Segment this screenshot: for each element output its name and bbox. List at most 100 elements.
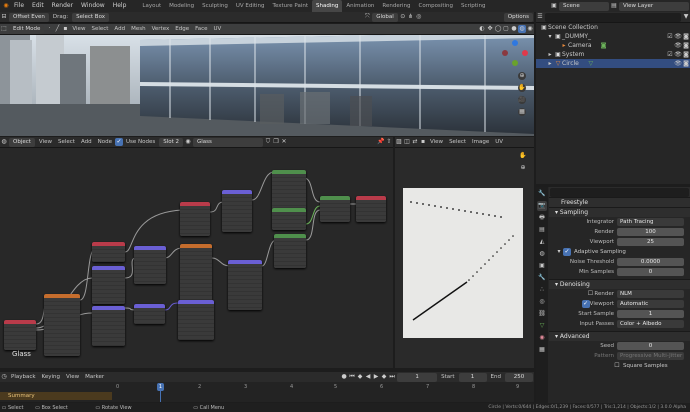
particles-tab-icon[interactable]: ∴ — [537, 285, 547, 295]
tab-texture-paint[interactable]: Texture Paint — [269, 0, 313, 12]
visibility-icon[interactable]: ◐ — [478, 25, 486, 33]
jump-end-icon[interactable]: ⏭ — [388, 373, 396, 381]
node-menu-select[interactable]: Select — [55, 137, 78, 147]
camera-toggle-icon[interactable]: ◙ — [682, 42, 690, 50]
image-menu-image[interactable]: Image — [469, 137, 492, 147]
exclude-checkbox-icon[interactable]: ☑ — [666, 51, 674, 59]
physics-tab-icon[interactable]: ◎ — [537, 297, 547, 307]
uv-mode-icon[interactable]: ◫ — [403, 138, 411, 146]
integrator-dropdown[interactable]: Path Tracing — [617, 218, 684, 226]
min-samples-field[interactable]: 0 — [617, 268, 684, 276]
section-sampling[interactable]: ▾ Sampling — [549, 207, 690, 217]
parent-node-tree-icon[interactable]: ⇧ — [385, 138, 393, 146]
render-tab-icon[interactable]: 📷 — [537, 201, 547, 211]
node-menu-add[interactable]: Add — [78, 137, 95, 147]
section-freestyle[interactable]: Freestyle — [549, 197, 690, 207]
input-passes-dropdown[interactable]: Color + Albedo — [617, 320, 684, 328]
camera-toggle-icon[interactable]: ◙ — [682, 51, 690, 59]
node-color-ramp[interactable] — [180, 244, 212, 302]
menu-window[interactable]: Window — [77, 0, 109, 12]
gizmo-icon[interactable]: ✥ — [486, 25, 494, 33]
tool-icon[interactable]: ⊟ — [0, 13, 8, 21]
node-noise-texture[interactable] — [274, 234, 306, 268]
uv-pan-icon[interactable]: ✋ — [519, 152, 527, 160]
start-sample-field[interactable]: 1 — [617, 310, 684, 318]
timeline-menu-view[interactable]: View — [63, 372, 82, 382]
snap-icon[interactable]: ⋔ — [407, 13, 415, 21]
render-samples-field[interactable]: 100 — [617, 228, 684, 236]
sync-select-icon[interactable]: ⇄ — [411, 138, 419, 146]
play-reverse-icon[interactable]: ◀ — [364, 373, 372, 381]
end-frame-field[interactable]: 250 — [505, 372, 533, 382]
output-tab-icon[interactable]: 🖶 — [537, 213, 547, 223]
uv-editor[interactable]: ✋ ⊕ — [395, 148, 534, 368]
scene-selector[interactable]: Scene — [559, 1, 609, 11]
menu-select[interactable]: Select — [88, 24, 111, 34]
perspective-toggle-icon[interactable]: ▦ — [518, 108, 526, 116]
collapse-icon[interactable]: ▾ — [555, 248, 563, 256]
menu-file[interactable]: File — [10, 0, 28, 12]
node-math-c[interactable] — [92, 306, 125, 346]
view-layer-selector[interactable]: View Layer — [619, 1, 689, 11]
pin-icon[interactable]: 📌 — [377, 138, 385, 146]
playhead-marker[interactable]: 1 — [157, 383, 164, 391]
jump-start-icon[interactable]: ⏮ — [348, 373, 356, 381]
menu-uv[interactable]: UV — [211, 24, 225, 34]
noise-threshold-field[interactable]: 0.0000 — [617, 258, 684, 266]
material-tab-icon[interactable]: ◉ — [537, 333, 547, 343]
expand-icon[interactable]: ▾ — [546, 33, 554, 41]
denoise-render-dropdown[interactable]: NLM — [617, 290, 684, 298]
summary-channel[interactable]: Summary — [0, 392, 112, 400]
node-mapping[interactable] — [134, 304, 165, 324]
expand-icon[interactable]: ▸ — [546, 60, 554, 68]
scene-tab-icon[interactable]: ◭ — [537, 237, 547, 247]
tool-tab-icon[interactable]: 🔧 — [537, 189, 547, 199]
properties-search[interactable] — [550, 187, 689, 197]
node-math-b[interactable] — [92, 266, 125, 304]
material-shading-icon[interactable]: ◍ — [518, 25, 526, 33]
use-nodes-checkbox[interactable]: ✓ — [114, 138, 123, 146]
square-samples-checkbox[interactable]: ☐ — [613, 362, 621, 370]
proportional-edit-icon[interactable]: ◎ — [415, 13, 423, 21]
node-menu-view[interactable]: View — [36, 137, 55, 147]
eye-icon[interactable]: 👁 — [674, 42, 682, 50]
outliner-row-camera[interactable]: ▸ Camera ◙ 👁 ◙ — [536, 41, 690, 50]
constraints-tab-icon[interactable]: ⛓ — [537, 309, 547, 319]
exclude-checkbox-icon[interactable]: ☑ — [666, 33, 674, 41]
menu-render[interactable]: Render — [48, 0, 77, 12]
node-fresnel[interactable] — [222, 190, 252, 232]
next-key-icon[interactable]: ◆ — [380, 373, 388, 381]
pattern-dropdown[interactable]: Progressive Multi-Jitter — [617, 352, 684, 360]
eye-icon[interactable]: 👁 — [674, 51, 682, 59]
timeline-menu-marker[interactable]: Marker — [82, 372, 107, 382]
pivot-icon[interactable]: ⊙ — [399, 13, 407, 21]
node-glossy-bsdf[interactable] — [272, 170, 306, 210]
properties-editor[interactable]: 🔧 📷 🖶 ▤ ◭ ◍ ▣ 🔧 ∴ ◎ ⛓ ▽ ◉ ▦ Freestyle ▾ … — [536, 187, 690, 403]
outliner-row-circle[interactable]: ▸ ▽ Circle ▽ 👁 ◙ — [536, 59, 690, 68]
denoise-viewport-checkbox[interactable]: ✓ — [581, 300, 590, 308]
menu-edit[interactable]: Edit — [28, 0, 48, 12]
timeline-editor-icon[interactable]: ◷ — [0, 373, 8, 381]
prev-key-icon[interactable]: ◆ — [356, 373, 364, 381]
node-editor[interactable]: Glass — [0, 148, 393, 368]
select-mode-icon[interactable]: ▪ — [419, 138, 427, 146]
node-noise[interactable] — [272, 208, 306, 230]
image-menu-view[interactable]: View — [427, 137, 446, 147]
tab-sculpting[interactable]: Sculpting — [198, 0, 232, 12]
timeline-menu-keying[interactable]: Keying — [39, 372, 63, 382]
edge-select-icon[interactable]: ╱ — [53, 25, 61, 33]
camera-toggle-icon[interactable]: ◙ — [682, 60, 690, 68]
menu-mesh[interactable]: Mesh — [128, 24, 148, 34]
section-advanced[interactable]: ▾ Advanced — [549, 331, 690, 341]
node-mix-rgb[interactable] — [134, 246, 166, 284]
duplicate-material-icon[interactable]: ❐ — [272, 138, 280, 146]
node-math-a[interactable] — [44, 294, 80, 356]
zoom-icon[interactable]: ⊕ — [518, 72, 526, 80]
node-menu-node[interactable]: Node — [95, 137, 115, 147]
world-tab-icon[interactable]: ◍ — [537, 249, 547, 259]
image-menu-select[interactable]: Select — [446, 137, 469, 147]
image-editor-icon[interactable]: ▨ — [395, 138, 403, 146]
tab-scripting[interactable]: Scripting — [457, 0, 489, 12]
material-selector[interactable]: Glass — [193, 137, 264, 147]
render-shading-icon[interactable]: ◉ — [526, 25, 534, 33]
